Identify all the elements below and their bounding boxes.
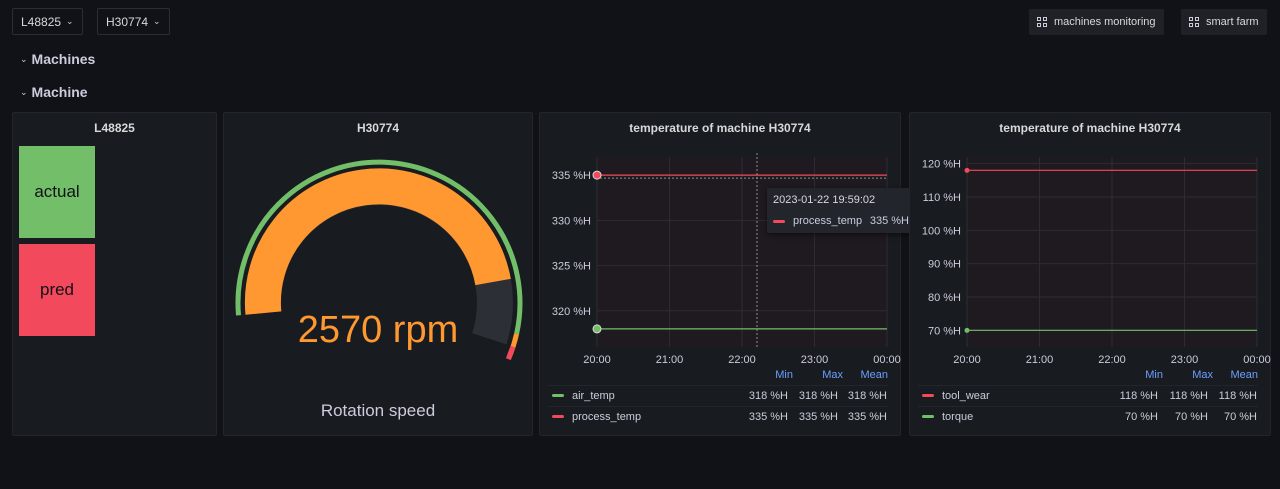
- pred-label: pred: [39, 280, 75, 299]
- x-tick-label: 23:00: [801, 354, 829, 366]
- tooltip-time: 2023-01-22 19:59:02: [773, 194, 876, 206]
- y-tick-label: 120 %H: [922, 159, 961, 171]
- machine2-variable-value: H30774: [106, 14, 149, 29]
- y-tick-label: 70 %H: [928, 325, 961, 337]
- series-point-process_temp: [592, 170, 602, 180]
- chart-1-legend: Min Max Mean air_temp 318 %H 318 %H 318 …: [548, 369, 894, 429]
- chevron-down-icon: ⌄: [153, 16, 161, 26]
- legend-header-max: Max: [1192, 369, 1213, 381]
- legend-row[interactable]: torque 70 %H 70 %H 70 %H: [918, 406, 1258, 426]
- legend-series-name: air_temp: [572, 389, 615, 402]
- legend-max: 335 %H: [798, 410, 838, 423]
- chart-2-legend: Min Max Mean tool_wear 118 %H 118 %H 118…: [918, 369, 1264, 429]
- legend-header-max: Max: [822, 369, 843, 381]
- y-tick-label: 100 %H: [922, 225, 961, 237]
- smart-farm-link[interactable]: smart farm: [1181, 9, 1267, 35]
- gauge-fill: [244, 168, 511, 315]
- x-tick-label: 22:00: [728, 354, 756, 366]
- y-tick-label: 80 %H: [928, 292, 961, 304]
- legend-min: 335 %H: [748, 410, 788, 423]
- machines-monitoring-label: machines monitoring: [1054, 16, 1156, 28]
- legend-max: 118 %H: [1169, 389, 1208, 402]
- x-tick-label: 20:00: [583, 354, 611, 366]
- chevron-down-icon: ⌄: [20, 86, 28, 97]
- x-tick-label: 20:00: [953, 354, 981, 366]
- legend-swatch: [552, 394, 564, 397]
- panel-title: L48825: [94, 121, 135, 135]
- legend-header-min: Min: [1145, 369, 1163, 381]
- legend-series-name: tool_wear: [942, 389, 990, 402]
- x-tick-label: 00:00: [873, 354, 901, 366]
- legend-mean: 318 %H: [847, 389, 887, 402]
- chevron-down-icon: ⌄: [66, 16, 74, 26]
- legend-swatch: [922, 415, 934, 418]
- row-machines-title: Machines: [31, 51, 96, 67]
- stat-panel[interactable]: L48825 actual pred: [12, 112, 217, 436]
- machines-monitoring-link[interactable]: machines monitoring: [1029, 9, 1164, 35]
- legend-min: 70 %H: [1124, 410, 1158, 423]
- x-tick-label: 22:00: [1098, 354, 1126, 366]
- chart-tooltip: 2023-01-22 19:59:02 process_temp 335 %H: [767, 188, 915, 233]
- y-tick-label: 325 %H: [552, 261, 591, 273]
- machine2-variable-select[interactable]: H30774 ⌄: [97, 8, 170, 35]
- machine-variable-select[interactable]: L48825 ⌄: [12, 8, 83, 35]
- timeseries-panel-1[interactable]: temperature of machine H30774 320 %H 325 …: [539, 112, 915, 436]
- chevron-down-icon: ⌄: [20, 53, 28, 64]
- timeseries-panel-2[interactable]: temperature of machine H30774 70 %H 80 %H…: [909, 112, 1271, 436]
- legend-min: 118 %H: [1119, 389, 1158, 402]
- legend-mean: 118 %H: [1218, 389, 1257, 402]
- tooltip-series: process_temp: [793, 215, 863, 227]
- x-tick-label: 21:00: [656, 354, 684, 366]
- legend-swatch: [552, 415, 564, 418]
- y-tick-label: 330 %H: [552, 215, 591, 227]
- series-point-torque: [964, 327, 970, 333]
- pred-stat-box: pred: [19, 244, 95, 336]
- gauge-label: Rotation speed: [320, 401, 436, 420]
- legend-mean: 335 %H: [847, 410, 887, 423]
- gauge-svg: [235, 159, 523, 360]
- tooltip-swatch: [773, 219, 785, 223]
- apps-icon: [1189, 16, 1200, 28]
- tooltip-value: 335 %H: [869, 215, 909, 227]
- actual-stat-box: actual: [19, 146, 95, 238]
- legend-max: 70 %H: [1174, 410, 1208, 423]
- legend-series-name: process_temp: [572, 410, 642, 423]
- series-point-air_temp: [592, 324, 602, 334]
- x-tick-label: 00:00: [1243, 354, 1271, 366]
- gauge-value: 2570 rpm: [297, 309, 459, 351]
- legend-max: 318 %H: [798, 389, 838, 402]
- x-tick-label: 23:00: [1171, 354, 1199, 366]
- row-machines[interactable]: ⌄ Machines: [20, 51, 95, 67]
- legend-header-mean: Mean: [860, 369, 888, 381]
- legend-row[interactable]: air_temp 318 %H 318 %H 318 %H: [548, 385, 888, 405]
- x-tick-label: 21:00: [1026, 354, 1054, 366]
- tooltip-row: process_temp 335 %H: [773, 215, 909, 227]
- y-tick-label: 110 %H: [923, 192, 961, 204]
- legend-header-mean: Mean: [1230, 369, 1258, 381]
- chart-1-svg: 320 %H 325 %H 330 %H 335 %H 20:00 21:00 22:00 2…: [552, 153, 901, 366]
- legend-row[interactable]: process_temp 335 %H 335 %H 335 %H: [548, 406, 888, 426]
- legend-min: 318 %H: [748, 389, 788, 402]
- y-tick-label: 335 %H: [552, 170, 591, 182]
- row-machine[interactable]: ⌄ Machine: [20, 84, 88, 100]
- gauge-panel[interactable]: H30774 2570 rpm Rotation speed: [223, 112, 533, 436]
- actual-label: actual: [34, 182, 80, 201]
- legend-mean: 70 %H: [1223, 410, 1257, 423]
- legend-header-min: Min: [775, 369, 793, 381]
- legend-row[interactable]: tool_wear 118 %H 118 %H 118 %H: [918, 385, 1258, 405]
- series-point-tool_wear: [964, 167, 970, 173]
- dashboard-toolbar: L48825 ⌄ H30774 ⌄ machines monitoring sm…: [0, 0, 1280, 44]
- smart-farm-label: smart farm: [1206, 16, 1259, 28]
- apps-icon: [1037, 16, 1048, 28]
- row-machine-title: Machine: [31, 84, 88, 100]
- y-tick-label: 90 %H: [928, 259, 961, 271]
- machine-variable-value: L48825: [21, 14, 62, 29]
- chart-2-svg: 70 %H 80 %H 90 %H 100 %H 110 %H 120 %H 20:00 21…: [922, 157, 1271, 366]
- legend-series-name: torque: [942, 410, 974, 423]
- legend-swatch: [922, 394, 934, 397]
- y-tick-label: 320 %H: [552, 306, 591, 318]
